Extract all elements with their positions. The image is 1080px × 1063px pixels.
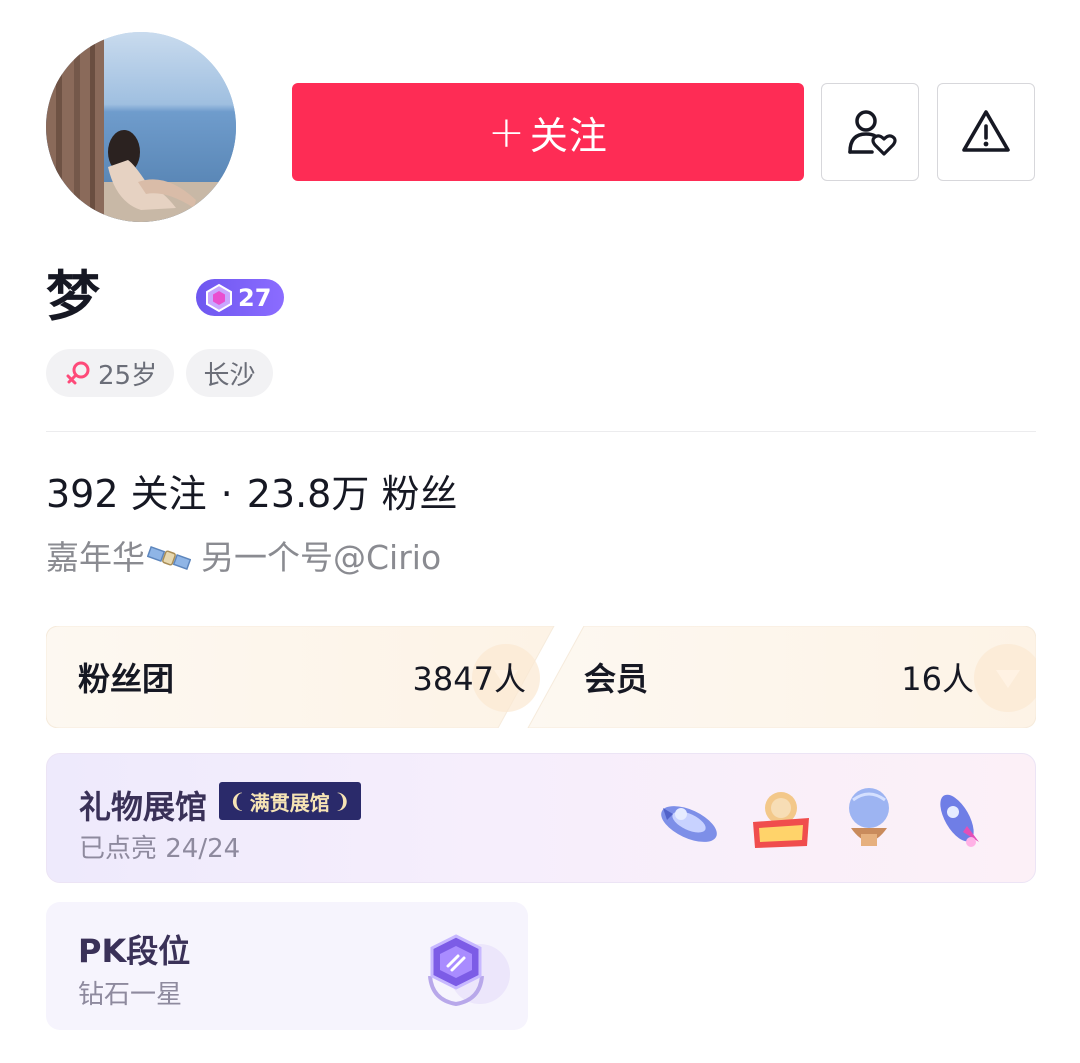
follow-label: 关注 <box>529 113 608 158</box>
level-number: 27 <box>238 283 272 312</box>
membership-label: 会员 <box>584 660 649 698</box>
divider <box>46 431 1036 432</box>
laurel-right-icon: ❩ <box>333 789 351 813</box>
pk-rank: 钻石一星 <box>78 980 183 1010</box>
plus-icon: + <box>488 106 526 158</box>
fan-club-label: 粉丝团 <box>78 660 175 698</box>
gift-hall-title: 礼物展馆 <box>79 788 208 826</box>
gift-hall-card[interactable]: 礼物展馆 ❨ 满贯展馆 ❩ 已点亮 24/24 <box>46 753 1036 883</box>
bio-text-end: 另一个号@Cirio <box>201 538 442 577</box>
pk-title: PK段位 <box>78 932 191 970</box>
gift-hall-badge: ❨ 满贯展馆 ❩ <box>219 782 361 820</box>
following-label: 关注 <box>130 472 207 516</box>
followers-count: 23.8万 <box>246 472 370 516</box>
fan-member-card: 粉丝团 3847人 会员 16人 <box>46 626 1036 728</box>
avatar[interactable] <box>46 32 236 222</box>
level-gem-icon <box>206 283 232 312</box>
add-friend-button[interactable] <box>821 83 919 181</box>
bio-text-start: 嘉年华 <box>46 538 145 577</box>
followers-label: 粉丝 <box>381 472 458 516</box>
location-tag: 长沙 <box>186 349 273 397</box>
gift-hall-progress: 已点亮 24/24 <box>79 834 241 864</box>
fan-club-entry[interactable]: 粉丝团 3847人 <box>78 626 526 728</box>
female-icon <box>66 361 90 385</box>
gift-spaceship-icon <box>661 806 717 842</box>
fan-club-count: 3847人 <box>412 660 526 698</box>
avatar-image <box>46 32 236 222</box>
person-heart-icon <box>848 110 897 156</box>
laurel-left-icon: ❨ <box>229 789 246 813</box>
following-count: 392 <box>46 472 119 516</box>
membership-entry[interactable]: 会员 16人 <box>584 626 974 728</box>
gift-rocket-icon <box>940 794 979 847</box>
following-stat[interactable]: 392 关注 <box>46 472 207 516</box>
report-button[interactable] <box>937 83 1035 181</box>
location-text: 长沙 <box>203 360 256 391</box>
stats-separator: · <box>220 472 233 516</box>
gift-carnival-icon <box>753 792 809 848</box>
satellite-emoji <box>147 545 191 571</box>
age-text: 25岁 <box>98 360 158 391</box>
stats-line: 392 关注 · 23.8万 粉丝 <box>46 470 457 518</box>
warning-icon <box>962 110 1010 152</box>
gift-balloon-icon <box>849 788 889 846</box>
bio: 嘉年华 另一个号@Cirio <box>46 536 441 580</box>
profile-name: 梦 <box>46 265 100 328</box>
follow-button[interactable]: + 关注 <box>292 83 804 181</box>
pk-rank-card[interactable]: PK段位 钻石一星 <box>46 902 528 1030</box>
followers-stat[interactable]: 23.8万 粉丝 <box>247 472 458 516</box>
level-badge[interactable]: 27 <box>196 279 284 316</box>
membership-count: 16人 <box>901 660 974 698</box>
gift-hall-badge-text: 满贯展馆 <box>249 790 330 815</box>
diamond-rank-icon <box>428 934 510 1007</box>
age-tag: 25岁 <box>46 349 174 397</box>
